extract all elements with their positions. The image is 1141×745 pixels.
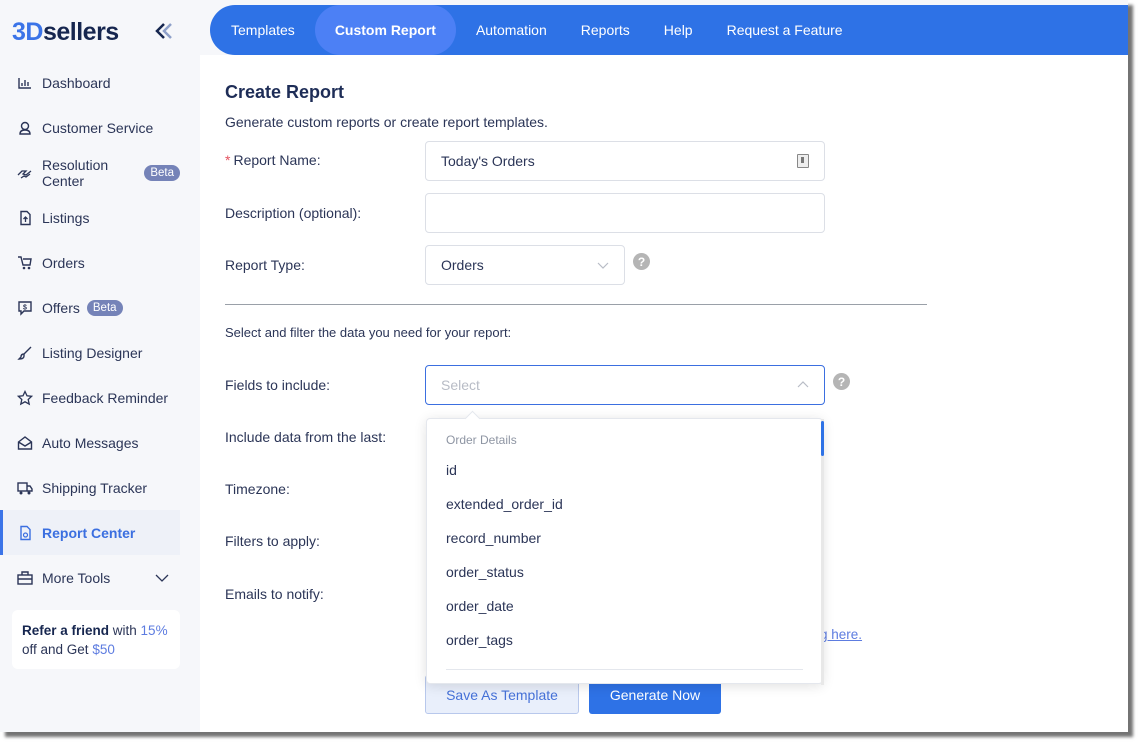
bar-chart-icon <box>17 75 33 91</box>
sidebar-item-listings[interactable]: Listings <box>0 195 180 240</box>
beta-badge: Beta <box>144 164 180 181</box>
sidebar-item-label: Resolution Center <box>42 156 109 189</box>
refer-title: Refer a friend <box>22 623 110 638</box>
sidebar-item-label: More Tools <box>42 569 111 586</box>
sidebar-item-dashboard[interactable]: Dashboard <box>0 60 180 105</box>
sidebar: 3Dsellers Dashboard Customer Service Res… <box>0 0 200 732</box>
tab-help[interactable]: Help <box>650 5 707 55</box>
page-subtitle: Generate custom reports or create report… <box>225 114 548 130</box>
emails-label: Emails to notify: <box>225 586 324 602</box>
tab-reports[interactable]: Reports <box>567 5 644 55</box>
top-nav: Templates Custom Report Automation Repor… <box>210 5 1128 55</box>
refer-text: with <box>109 623 141 638</box>
handshake-icon <box>17 165 33 181</box>
refer-text: off and Get <box>22 642 93 657</box>
tab-automation[interactable]: Automation <box>462 5 561 55</box>
page-title: Create Report <box>225 82 345 102</box>
dropdown-option[interactable]: record_number <box>446 530 541 546</box>
sidebar-item-shipping-tracker[interactable]: Shipping Tracker <box>0 465 180 510</box>
dropdown-scrollbar-thumb[interactable] <box>821 421 824 456</box>
help-link[interactable]: g here. <box>820 627 862 642</box>
envelope-open-icon <box>17 435 33 451</box>
dropdown-option[interactable]: order_date <box>446 598 514 614</box>
document-upload-icon <box>17 210 33 226</box>
fields-dropdown: Order Details id extended_order_id recor… <box>426 418 824 685</box>
sidebar-item-customer-service[interactable]: Customer Service <box>0 105 180 150</box>
svg-text:$: $ <box>23 304 27 311</box>
help-icon[interactable]: ? <box>633 253 650 270</box>
refer-amount: $50 <box>92 642 115 657</box>
sidebar-item-resolution-center[interactable]: Resolution Center Beta <box>0 150 180 195</box>
sidebar-item-label: Auto Messages <box>42 434 139 451</box>
collapse-sidebar-icon[interactable] <box>153 20 175 42</box>
tab-request-feature[interactable]: Request a Feature <box>713 5 857 55</box>
sidebar-item-feedback-reminder[interactable]: Feedback Reminder <box>0 375 180 420</box>
sidebar-item-more-tools[interactable]: More Tools <box>0 555 180 600</box>
input-value: Today's Orders <box>441 153 535 169</box>
dollar-chat-icon: $ <box>17 300 33 316</box>
sidebar-item-label: Feedback Reminder <box>42 389 169 406</box>
help-icon[interactable]: ? <box>833 373 850 390</box>
fields-select[interactable]: Select <box>425 365 825 405</box>
brush-icon <box>17 345 33 361</box>
chevron-down-icon <box>597 262 609 269</box>
brand-sellers: sellers <box>42 18 119 46</box>
report-name-input[interactable]: Today's Orders <box>425 141 825 181</box>
report-file-icon <box>17 525 33 541</box>
refer-percent: 15% <box>140 623 168 638</box>
dropdown-option[interactable]: order_status <box>446 564 524 580</box>
fields-label: Fields to include: <box>225 377 331 393</box>
dropdown-separator <box>446 669 803 670</box>
cart-icon <box>17 255 33 271</box>
sidebar-item-label: Shipping Tracker <box>42 479 148 496</box>
brand-3d: 3D <box>12 18 43 46</box>
section-label: Select and filter the data you need for … <box>225 325 512 340</box>
select-value: Orders <box>441 257 484 273</box>
sidebar-nav: Dashboard Customer Service Resolution Ce… <box>0 60 180 600</box>
sidebar-item-label: Orders <box>42 254 85 271</box>
report-type-label: Report Type: <box>225 257 305 273</box>
chevron-up-icon <box>797 381 809 388</box>
dropdown-option[interactable]: id <box>446 462 457 478</box>
description-input[interactable] <box>425 193 825 233</box>
app-window: 3Dsellers Dashboard Customer Service Res… <box>0 0 1128 732</box>
dropdown-group-label: Order Details <box>446 433 517 447</box>
label-text: Report Name: <box>233 152 321 168</box>
sidebar-item-label: Listing Designer <box>42 344 143 361</box>
truck-icon <box>17 480 33 496</box>
refer-friend-card[interactable]: Refer a friend with 15% off and Get $50 <box>12 610 180 669</box>
select-placeholder: Select <box>441 377 480 393</box>
dropdown-scrollbar-track[interactable] <box>821 419 824 685</box>
section-divider <box>225 304 927 305</box>
star-icon <box>17 389 33 406</box>
tab-templates[interactable]: Templates <box>217 5 309 55</box>
sidebar-item-label: Report Center <box>42 524 136 541</box>
filters-label: Filters to apply: <box>225 533 320 549</box>
sidebar-item-listing-designer[interactable]: Listing Designer <box>0 330 180 375</box>
autofill-contact-icon[interactable] <box>797 154 809 168</box>
brand-logo[interactable]: 3Dsellers <box>12 18 119 47</box>
headset-icon <box>17 120 33 136</box>
report-type-select[interactable]: Orders <box>425 245 625 285</box>
toolbox-icon <box>17 570 33 586</box>
dropdown-option[interactable]: extended_order_id <box>446 496 563 512</box>
required-asterisk: * <box>225 152 231 168</box>
sidebar-item-label: Listings <box>42 209 90 226</box>
description-label: Description (optional): <box>225 205 362 221</box>
chevron-down-icon[interactable] <box>155 571 169 585</box>
sidebar-item-auto-messages[interactable]: Auto Messages <box>0 420 180 465</box>
sidebar-item-orders[interactable]: Orders <box>0 240 180 285</box>
report-name-label: * Report Name: <box>225 152 321 168</box>
dropdown-option[interactable]: order_tags <box>446 632 513 648</box>
sidebar-item-offers[interactable]: $ Offers Beta <box>0 285 180 330</box>
sidebar-item-report-center[interactable]: Report Center <box>0 510 180 555</box>
tab-custom-report[interactable]: Custom Report <box>314 5 456 55</box>
beta-badge: Beta <box>86 299 123 316</box>
timezone-label: Timezone: <box>225 481 290 497</box>
sidebar-item-label: Offers <box>42 299 80 316</box>
sidebar-item-label: Dashboard <box>42 74 111 91</box>
include-data-label: Include data from the last: <box>225 429 387 445</box>
sidebar-item-label: Customer Service <box>42 119 154 136</box>
